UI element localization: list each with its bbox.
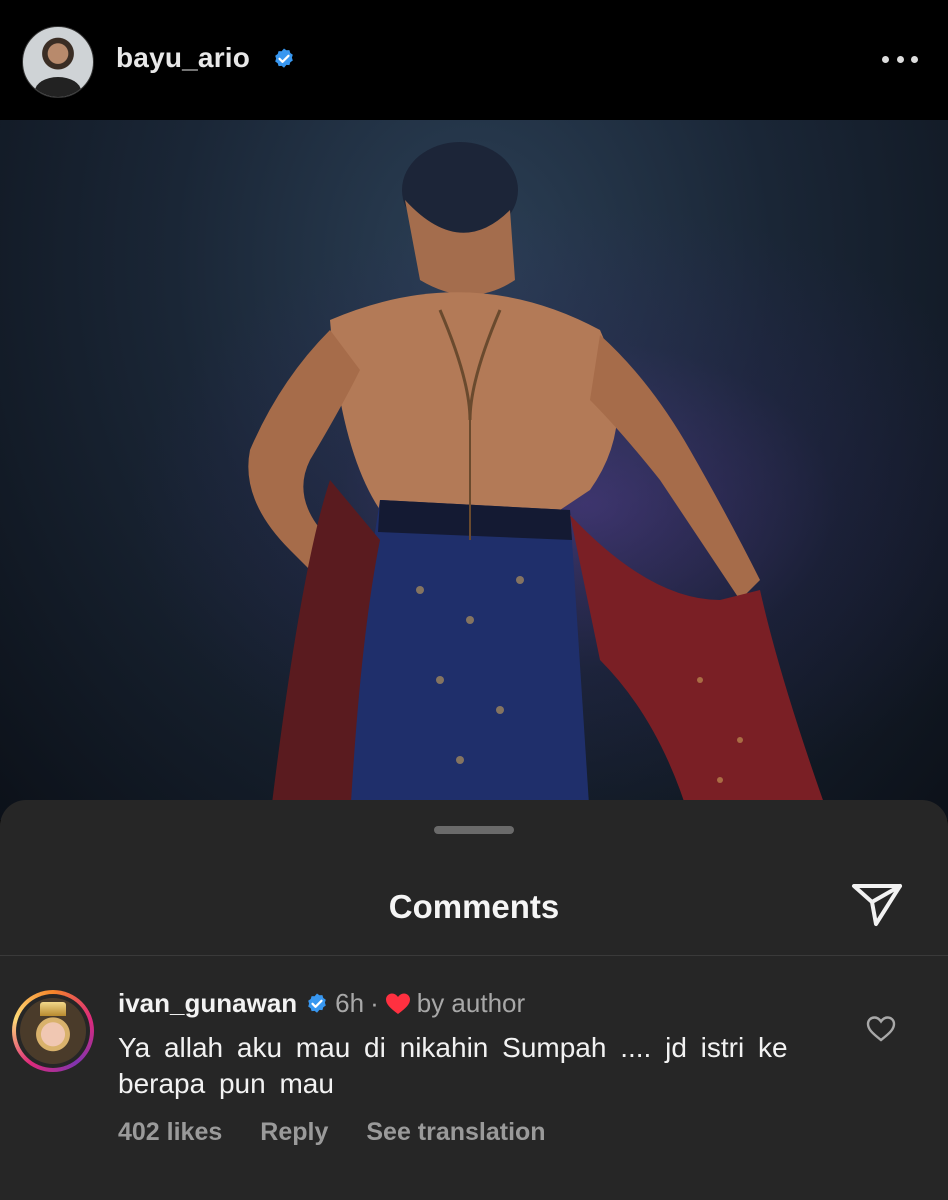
post-header: bayu_ario xyxy=(0,0,948,120)
sheet-divider xyxy=(0,955,948,956)
comment-time: 6h xyxy=(335,988,365,1018)
profile-avatar[interactable] xyxy=(22,26,94,98)
like-heart-icon[interactable] xyxy=(866,1015,896,1043)
by-author-label: by author xyxy=(416,988,526,1018)
comment-actions: 402 likes Reply See translation xyxy=(118,1118,546,1147)
verified-badge-icon xyxy=(275,48,293,68)
see-translation-button[interactable]: See translation xyxy=(366,1118,545,1147)
reply-button[interactable]: Reply xyxy=(260,1118,328,1147)
performer-illustration xyxy=(248,142,830,820)
sheet-drag-handle[interactable] xyxy=(434,826,514,834)
commenter-username[interactable]: ivan_gunawan xyxy=(118,988,297,1019)
post-username[interactable]: bayu_ario xyxy=(116,42,250,74)
likes-count[interactable]: 402 likes xyxy=(118,1118,222,1147)
verified-badge-icon xyxy=(308,993,326,1013)
commenter-avatar[interactable] xyxy=(12,990,94,1072)
post-photo[interactable] xyxy=(0,120,948,820)
comment-text: Ya allah aku mau di nikahin Sumpah .... … xyxy=(118,1032,788,1099)
comment-separator: · xyxy=(370,988,379,1018)
comments-title: Comments xyxy=(388,888,560,925)
liked-by-author-heart-icon xyxy=(385,993,410,1014)
send-icon[interactable] xyxy=(850,880,904,928)
comment-header: ivan_gunawan 6h · by author xyxy=(118,988,525,1019)
more-options-icon[interactable] xyxy=(882,56,918,64)
